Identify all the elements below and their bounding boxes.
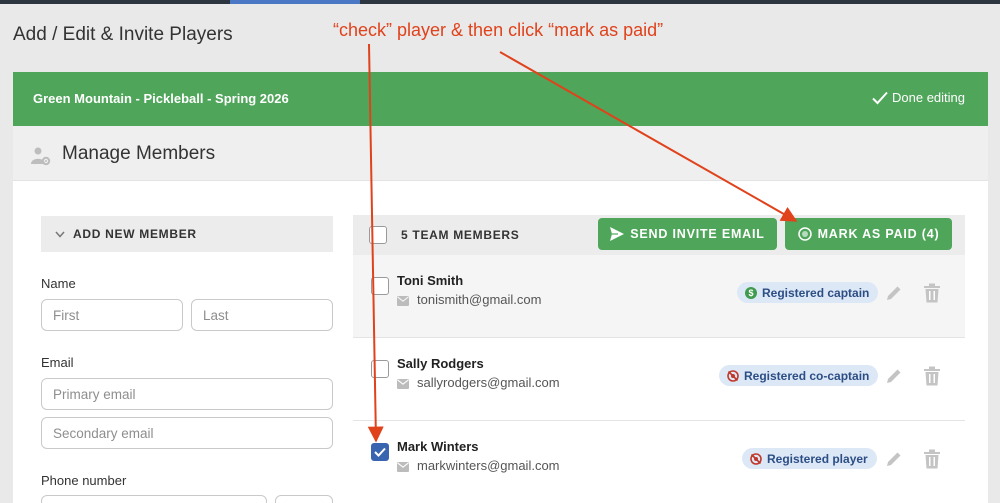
envelope-icon (397, 296, 409, 306)
last-name-input[interactable] (191, 299, 333, 331)
name-label: Name (41, 276, 76, 291)
members-panel: ADD NEW MEMBER Name Email Phone number 5… (13, 181, 988, 503)
mark-as-paid-label: MARK AS PAID (4) (817, 227, 940, 241)
done-editing-label: Done editing (892, 90, 965, 105)
no-money-icon (727, 369, 739, 382)
check-icon (872, 91, 888, 104)
team-members-count: 5 TEAM MEMBERS (401, 228, 520, 242)
add-new-member-toggle[interactable]: ADD NEW MEMBER (41, 216, 333, 252)
pencil-icon[interactable] (885, 284, 903, 302)
status-badge-label: Registered co-captain (744, 368, 870, 383)
phone-number-input[interactable] (41, 495, 267, 503)
member-row: Sally Rodgers sallyrodgers@gmail.com Reg… (353, 338, 965, 421)
no-money-icon (750, 452, 762, 465)
phone-extension-input[interactable] (275, 495, 333, 503)
member-email: tonismith@gmail.com (417, 292, 542, 307)
status-badge: Registered co-captain (719, 365, 879, 386)
status-badge: Registered player (742, 448, 877, 469)
phone-number-label: Phone number (41, 473, 127, 488)
email-label: Email (41, 355, 74, 370)
trash-icon[interactable] (923, 283, 941, 303)
annotation-callout: “check” player & then click “mark as pai… (333, 20, 664, 40)
checkmark-icon (374, 447, 386, 457)
first-name-input[interactable] (41, 299, 183, 331)
status-badge-label: Registered captain (762, 285, 870, 300)
manage-members-header: Manage Members (13, 126, 988, 181)
svg-text:$: $ (748, 288, 753, 298)
member-row: Mark Winters markwinters@gmail.com Regis… (353, 421, 965, 503)
envelope-icon (397, 379, 409, 389)
member-name: Toni Smith (397, 273, 464, 288)
member-row: Toni Smith tonismith@gmail.com $ Registe… (353, 255, 965, 338)
add-new-member-label: ADD NEW MEMBER (73, 227, 197, 241)
member-name: Sally Rodgers (397, 356, 484, 371)
status-badge-label: Registered player (767, 451, 868, 466)
member-checkbox[interactable] (371, 443, 389, 461)
primary-email-input[interactable] (41, 378, 333, 410)
pencil-icon[interactable] (885, 450, 903, 468)
coin-icon (797, 227, 812, 241)
send-invite-email-button[interactable]: SEND INVITE EMAIL (598, 218, 777, 250)
dollar-circle-icon: $ (745, 286, 757, 299)
page-title: Add / Edit & Invite Players (13, 24, 233, 45)
top-nav-bar (0, 0, 1000, 4)
trash-icon[interactable] (923, 449, 941, 469)
manage-members-title: Manage Members (62, 143, 216, 164)
trash-icon[interactable] (923, 366, 941, 386)
secondary-email-input[interactable] (41, 417, 333, 449)
envelope-icon (397, 462, 409, 472)
team-name: Green Mountain - Pickleball - Spring 202… (33, 91, 289, 106)
team-members-list: 5 TEAM MEMBERS SEND INVITE EMAIL MARK AS… (353, 215, 965, 503)
member-email: sallyrodgers@gmail.com (417, 375, 560, 390)
team-header-bar: Green Mountain - Pickleball - Spring 202… (13, 72, 988, 126)
team-members-header: 5 TEAM MEMBERS SEND INVITE EMAIL MARK AS… (353, 215, 965, 255)
active-tab-indicator (230, 0, 360, 4)
user-gear-icon (31, 147, 51, 166)
pencil-icon[interactable] (885, 367, 903, 385)
chevron-down-icon (55, 231, 65, 238)
paper-plane-icon (610, 227, 625, 241)
send-invite-email-label: SEND INVITE EMAIL (630, 227, 765, 241)
status-badge: $ Registered captain (737, 282, 879, 303)
member-checkbox[interactable] (371, 277, 389, 295)
mark-as-paid-button[interactable]: MARK AS PAID (4) (785, 218, 952, 250)
select-all-checkbox[interactable] (369, 226, 387, 244)
member-checkbox[interactable] (371, 360, 389, 378)
member-email: markwinters@gmail.com (417, 458, 560, 473)
done-editing-button[interactable]: Done editing (872, 90, 965, 105)
member-name: Mark Winters (397, 439, 479, 454)
